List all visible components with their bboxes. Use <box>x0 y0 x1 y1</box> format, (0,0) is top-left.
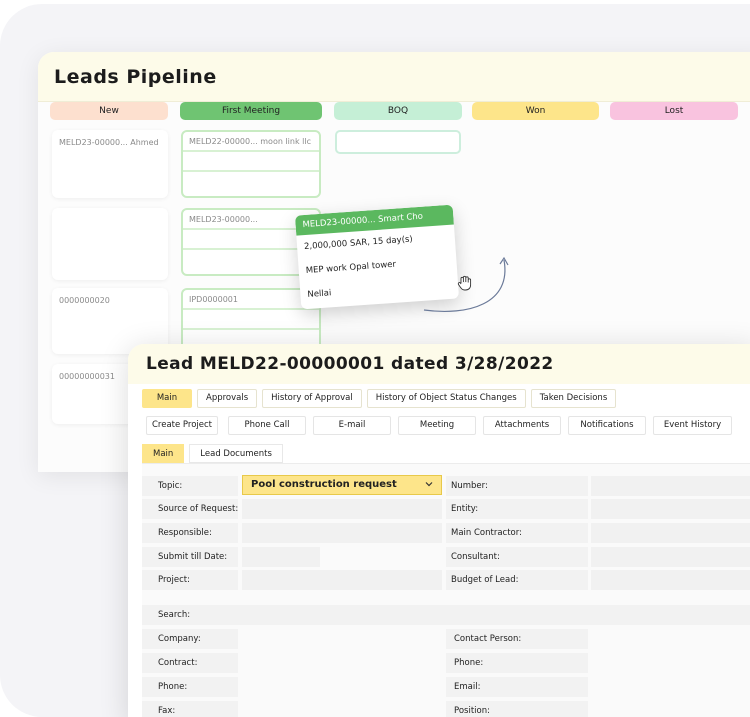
phone-call-button[interactable]: Phone Call <box>228 416 306 435</box>
responsible-label: Responsible: <box>142 523 238 543</box>
grab-hand-icon <box>457 275 472 291</box>
contact-person-label: Contact Person: <box>446 629 588 649</box>
pipeline-header: Leads Pipeline <box>38 52 750 102</box>
search-bar[interactable]: Search: <box>142 605 750 625</box>
tab-history-of-approval[interactable]: History of Approval <box>262 389 362 408</box>
submit-till-date-field[interactable] <box>242 547 320 567</box>
lead-card-label: MELD23-00000... Ahmed <box>59 138 159 147</box>
position-label: Position: <box>446 701 588 717</box>
lead-header: Lead MELD22-00000001 dated 3/28/2022 <box>128 344 750 384</box>
submit-till-date-label: Submit till Date: <box>142 547 238 567</box>
event-history-button[interactable]: Event History <box>653 416 732 435</box>
meeting-card-label: IPD0000001 <box>189 295 238 304</box>
project-label: Project: <box>142 570 238 590</box>
column-header-first-meeting[interactable]: First Meeting <box>180 102 322 120</box>
lead-title: Lead MELD22-00000001 dated 3/28/2022 <box>146 354 554 374</box>
number-field[interactable] <box>591 476 750 496</box>
lead-subtabs: Main Lead Documents <box>142 444 283 463</box>
consultant-label: Consultant: <box>446 547 588 567</box>
contact-phone-label: Phone: <box>446 653 588 673</box>
budget-of-lead-label: Budget of Lead: <box>446 570 588 590</box>
meeting-card-label: MELD22-00000... moon link llc <box>189 137 311 146</box>
contract-label: Contract: <box>142 653 238 673</box>
notifications-button[interactable]: Notifications <box>568 416 646 435</box>
source-of-request-label: Source of Request: <box>142 499 238 519</box>
fax-label: Fax: <box>142 701 238 717</box>
topic-select-value: Pool construction request <box>251 479 397 490</box>
meeting-card[interactable]: MELD22-00000... moon link llc <box>181 130 321 198</box>
lead-card[interactable]: MELD23-00000... Ahmed <box>52 130 168 198</box>
attachments-button[interactable]: Attachments <box>483 416 561 435</box>
topic-label: Topic: <box>142 476 238 496</box>
tab-approvals[interactable]: Approvals <box>197 389 258 408</box>
subtab-lead-documents[interactable]: Lead Documents <box>189 444 283 463</box>
phone-label: Phone: <box>142 677 238 697</box>
meeting-card-label: MELD23-00000... <box>189 215 258 224</box>
create-project-button[interactable]: Create Project <box>146 416 218 435</box>
entity-field[interactable] <box>591 499 750 519</box>
main-contractor-field[interactable] <box>591 523 750 543</box>
column-header-new[interactable]: New <box>50 102 168 120</box>
lead-tabs: Main Approvals History of Approval Histo… <box>142 389 617 408</box>
number-label: Number: <box>446 476 588 496</box>
budget-of-lead-field[interactable] <box>591 570 750 590</box>
chevron-down-icon <box>425 482 433 487</box>
tab-history-of-status-changes[interactable]: History of Object Status Changes <box>366 389 526 408</box>
lead-card[interactable] <box>52 208 168 280</box>
company-label: Company: <box>142 629 238 649</box>
email-label: Email: <box>446 677 588 697</box>
subtab-main[interactable]: Main <box>142 444 185 463</box>
email-button[interactable]: E-mail <box>313 416 391 435</box>
column-header-won[interactable]: Won <box>472 102 599 120</box>
project-field[interactable] <box>242 570 442 590</box>
source-of-request-field[interactable] <box>242 499 442 519</box>
column-header-boq[interactable]: BOQ <box>334 102 462 120</box>
responsible-field[interactable] <box>242 523 442 543</box>
entity-label: Entity: <box>446 499 588 519</box>
lead-detail-window: Lead MELD22-00000001 dated 3/28/2022 Mai… <box>128 344 750 717</box>
lead-card-label: 00000000031 <box>59 372 115 381</box>
main-contractor-label: Main Contractor: <box>446 523 588 543</box>
meeting-button[interactable]: Meeting <box>398 416 476 435</box>
lead-form: Topic: Pool construction request Source … <box>142 464 750 717</box>
boq-drop-placeholder <box>335 130 461 154</box>
column-header-lost[interactable]: Lost <box>610 102 738 120</box>
tab-taken-decisions[interactable]: Taken Decisions <box>530 389 617 408</box>
topic-select[interactable]: Pool construction request <box>242 475 442 495</box>
consultant-field[interactable] <box>591 547 750 567</box>
tab-main[interactable]: Main <box>142 389 192 408</box>
lead-card-label: 0000000020 <box>59 296 110 305</box>
stage: Leads Pipeline New First Meeting BOQ Won… <box>0 0 750 717</box>
pipeline-title: Leads Pipeline <box>54 65 217 88</box>
